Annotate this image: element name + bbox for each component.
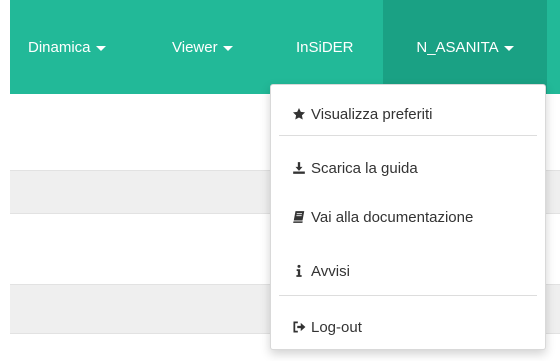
nav-item-viewer[interactable]: Viewer [172,0,233,94]
nav-item-label: Viewer [172,38,218,56]
download-icon [291,160,307,176]
menu-item-label: Avvisi [311,262,350,280]
nav-item-user[interactable]: N_ASANITA [383,0,547,94]
menu-item-label: Visualizza preferiti [311,105,433,123]
page-left-edge [0,0,10,361]
nav-item-label: Dinamica [28,38,91,56]
menu-item-download-guide[interactable]: Scarica la guida [291,157,535,179]
nav-item-dinamica[interactable]: Dinamica [28,0,106,94]
user-dropdown-menu: Visualizza preferiti Scarica la guida Va… [270,84,546,350]
star-icon [291,106,307,122]
menu-item-label: Vai alla documentazione [311,208,474,226]
menu-divider [279,135,537,136]
sign-out-icon [291,319,307,335]
book-icon [291,209,307,225]
info-icon [291,263,307,279]
menu-item-logout[interactable]: Log-out [291,316,535,338]
menu-item-notices[interactable]: Avvisi [291,260,535,282]
nav-item-insider[interactable]: InSiDER [296,0,354,94]
menu-divider [279,295,537,296]
caret-down-icon [95,45,106,51]
menu-item-label: Log-out [311,318,362,336]
menu-item-label: Scarica la guida [311,159,418,177]
top-navbar: Dinamica Viewer InSiDER N_ASANITA [10,0,560,94]
caret-down-icon [503,45,514,51]
nav-item-label: N_ASANITA [416,38,499,56]
caret-down-icon [222,45,233,51]
menu-item-favorites[interactable]: Visualizza preferiti [291,103,535,125]
menu-item-documentation[interactable]: Vai alla documentazione [291,206,535,228]
nav-item-label: InSiDER [296,38,354,56]
